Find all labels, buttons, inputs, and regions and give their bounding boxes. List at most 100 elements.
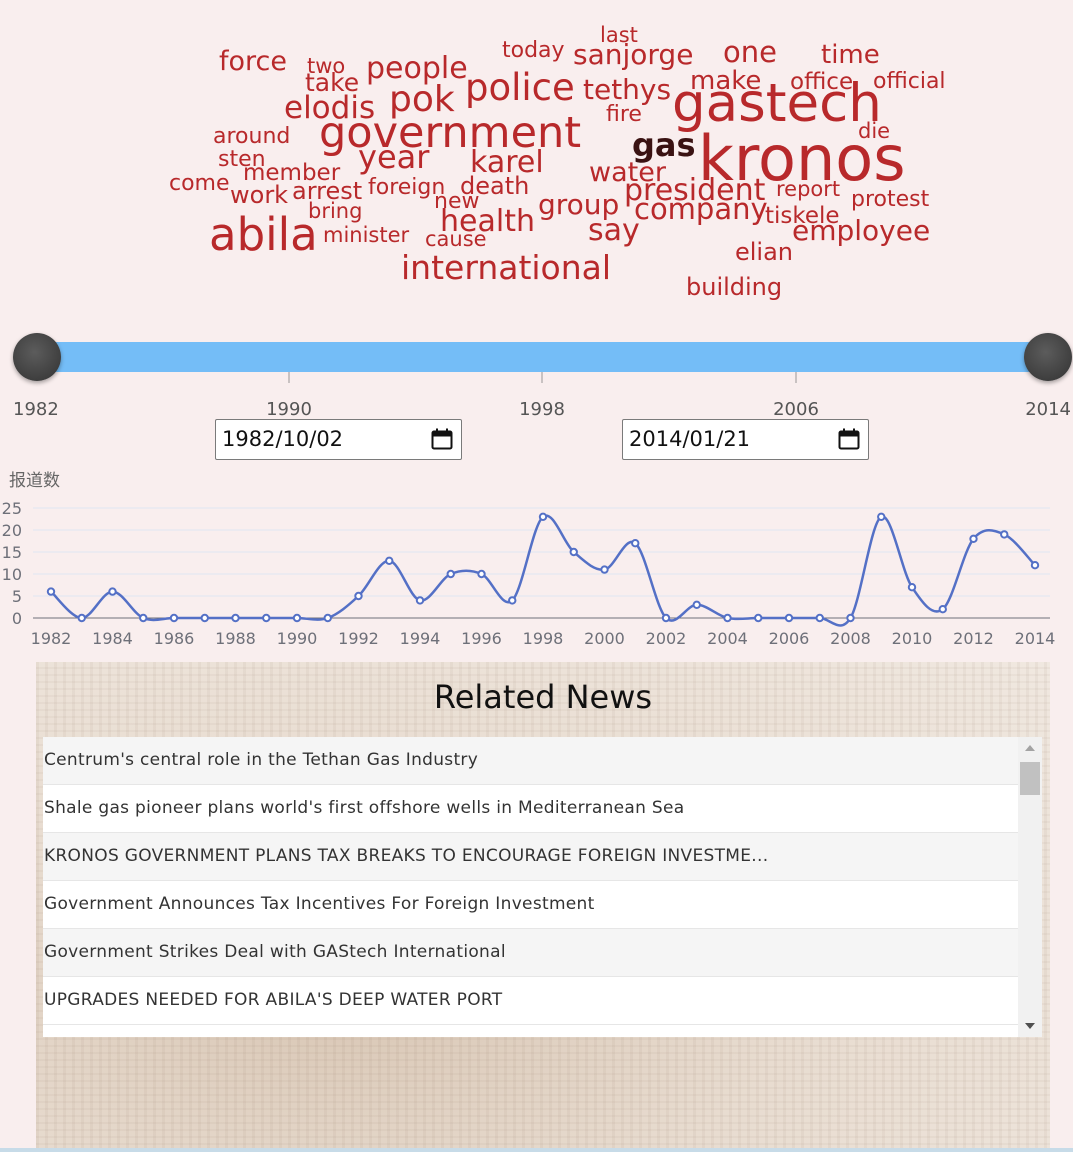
y-tick-label: 0 [12, 609, 22, 628]
x-tick-label: 1998 [523, 629, 564, 648]
data-point [262, 613, 271, 623]
slider-start-handle[interactable] [13, 333, 61, 381]
related-news-title: Related News [433, 678, 653, 716]
data-point [661, 613, 671, 623]
news-list-item[interactable]: Shale gas pioneer plans world's first of… [43, 785, 1018, 833]
data-point [46, 587, 56, 596]
chart-y-axis-label: 报道数 [9, 471, 60, 491]
end-date-input[interactable]: 2014/01/21 [622, 419, 869, 460]
word-cloud-word[interactable]: abila [209, 208, 318, 261]
end-date-value: 2014/01/21 [629, 427, 751, 451]
data-point [108, 587, 117, 596]
slider-tick-label: 1990 [266, 399, 312, 420]
calendar-icon[interactable] [838, 428, 860, 450]
news-list-item[interactable]: Government Strikes Deal with GAStech Int… [43, 929, 1018, 977]
word-cloud-word[interactable]: international [401, 248, 611, 287]
word-cloud-word[interactable]: force [219, 46, 287, 77]
start-date-input[interactable]: 1982/10/02 [215, 419, 462, 460]
bottom-edge [0, 1148, 1073, 1152]
x-tick-label: 2002 [646, 629, 687, 648]
word-cloud-word[interactable]: police [465, 66, 575, 109]
word-cloud-word[interactable]: protest [851, 187, 930, 212]
data-point [385, 556, 394, 566]
word-cloud-word[interactable]: employee [792, 214, 930, 247]
word-cloud-word[interactable]: fire [606, 102, 642, 127]
related-news-panel: Related News Centrum's central role in t… [36, 662, 1050, 1152]
word-cloud-word[interactable]: today [502, 38, 565, 63]
slider-tick-label: 2006 [773, 399, 819, 420]
x-tick-label: 2006 [769, 629, 810, 648]
data-point [323, 613, 332, 623]
news-list-item[interactable]: UPGRADES NEEDED FOR ABILA'S DEEP WATER P… [43, 977, 1018, 1025]
x-tick-label: 2004 [707, 629, 748, 648]
x-tick-label: 1994 [400, 629, 441, 648]
word-cloud-word[interactable]: report [776, 177, 840, 201]
word-cloud-word[interactable]: sanjorge [573, 38, 693, 71]
data-point [292, 613, 302, 623]
data-point [508, 596, 517, 605]
x-tick-label: 2010 [892, 629, 933, 648]
x-tick-label: 1992 [338, 629, 379, 648]
series-line [50, 514, 1036, 627]
news-count-line-chart: 0 5 10 15 20 25 1982 1984 1986 1988 1990 1992 1994 19… [2, 499, 1056, 648]
word-cloud-word[interactable]: elian [735, 238, 793, 266]
news-list-item[interactable]: Centrum's central role in the Tethan Gas… [43, 737, 1018, 785]
word-cloud-word[interactable]: around [213, 124, 290, 149]
data-point [938, 605, 947, 614]
word-cloud-word[interactable]: minister [323, 223, 410, 247]
data-point [846, 613, 855, 623]
x-tick-label: 1982 [31, 629, 72, 648]
y-tick-label: 25 [2, 499, 22, 518]
data-point [446, 569, 455, 579]
data-point [231, 613, 240, 623]
x-tick-label: 2014 [1015, 629, 1056, 648]
x-tick-label: 1988 [215, 629, 256, 648]
word-cloud-word[interactable]: building [686, 273, 782, 301]
data-point [169, 613, 179, 623]
word-cloud-word[interactable]: work [230, 181, 288, 209]
data-point [477, 569, 486, 579]
data-point [692, 600, 701, 610]
word-cloud-word[interactable]: say [588, 213, 640, 248]
year-range-slider[interactable]: 1982 1990 1998 2006 2014 [0, 330, 1073, 425]
word-cloud-word[interactable]: time [821, 40, 880, 70]
word-cloud-word[interactable]: official [873, 69, 946, 94]
slider-tick-label: 2014 [1025, 399, 1071, 420]
data-point [139, 613, 148, 623]
scroll-up-arrow-icon[interactable] [1025, 745, 1035, 751]
data-point [754, 613, 763, 623]
scroll-down-arrow-icon[interactable] [1025, 1023, 1035, 1029]
data-point [1000, 530, 1009, 539]
news-list-item[interactable]: KRONOS GOVERNMENT PLANS TAX BREAKS TO EN… [43, 833, 1018, 881]
x-tick-label: 1996 [461, 629, 502, 648]
word-cloud-word[interactable]: year [358, 138, 430, 176]
slider-track[interactable] [37, 342, 1049, 372]
word-cloud-word[interactable]: company [634, 192, 768, 226]
data-point [969, 534, 978, 543]
word-cloud: force twotake peopletodaylastsanjorge one ti… [169, 23, 946, 301]
word-cloud-word[interactable]: one [723, 35, 777, 69]
data-point [354, 591, 363, 601]
data-point [877, 512, 886, 521]
data-point [1030, 561, 1040, 570]
slider-end-handle[interactable] [1024, 333, 1072, 381]
data-point [569, 547, 578, 557]
calendar-icon[interactable] [431, 428, 453, 450]
news-list-scrollbar[interactable] [1018, 737, 1042, 1037]
word-cloud-word[interactable]: come [169, 171, 230, 196]
x-tick-label: 1984 [92, 629, 133, 648]
y-tick-label: 15 [2, 543, 22, 562]
news-list[interactable]: Centrum's central role in the Tethan Gas… [43, 737, 1018, 1037]
x-tick-label: 2000 [584, 629, 625, 648]
slider-tick [288, 372, 290, 383]
y-tick-label: 20 [2, 521, 22, 540]
y-tick-label: 5 [12, 587, 22, 606]
data-point [784, 613, 794, 623]
scrollbar-thumb[interactable] [1020, 762, 1040, 795]
data-point [907, 583, 917, 592]
y-tick-label: 10 [2, 565, 22, 584]
news-list-item[interactable]: Government Announces Tax Incentives For … [43, 881, 1018, 929]
data-point [723, 613, 732, 623]
data-point [200, 613, 209, 623]
data-point [815, 613, 824, 623]
